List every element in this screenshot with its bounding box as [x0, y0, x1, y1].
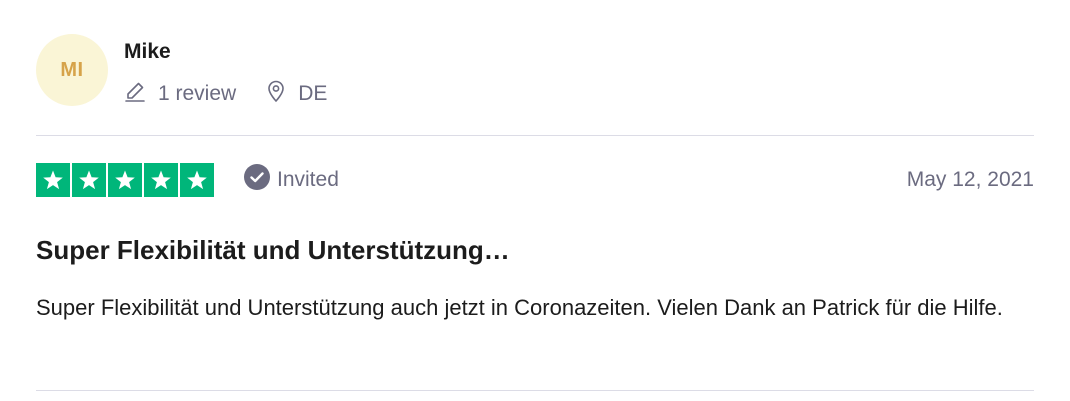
- reviewer-country: DE: [266, 79, 327, 109]
- review-count-text: 1 review: [158, 82, 237, 105]
- review-title[interactable]: Super Flexibilität und Unterstützung…: [36, 234, 510, 266]
- country-text: DE: [298, 82, 328, 105]
- pencil-icon: [124, 80, 158, 108]
- avatar-initials: MI: [60, 58, 84, 81]
- star-icon: [187, 170, 207, 190]
- star-box: [72, 163, 106, 197]
- star-box: [144, 163, 178, 197]
- star-icon: [115, 170, 135, 190]
- review-card: MI Mike 1 review DE Invited May 12, 2021…: [0, 0, 1070, 401]
- reviewer-name[interactable]: Mike: [124, 40, 327, 64]
- review-date: May 12, 2021: [906, 168, 1034, 191]
- star-icon: [43, 170, 63, 190]
- invited-badge[interactable]: Invited: [244, 164, 339, 196]
- review-body: Super Flexibilität und Unterstützung auc…: [36, 295, 1003, 320]
- reviewer-info: Mike 1 review DE: [124, 40, 327, 109]
- reviewer-header: MI Mike 1 review DE: [36, 34, 327, 109]
- review-count: 1 review: [124, 80, 236, 108]
- star-icon: [79, 170, 99, 190]
- rating-row: Invited May 12, 2021: [36, 163, 1034, 197]
- reviewer-meta: 1 review DE: [124, 79, 327, 109]
- star-rating: [36, 163, 214, 197]
- divider-top: [36, 135, 1034, 136]
- check-circle-icon: [244, 164, 277, 196]
- location-pin-icon: [266, 79, 298, 109]
- avatar[interactable]: MI: [36, 34, 108, 106]
- invited-label: Invited: [277, 168, 339, 191]
- divider-bottom: [36, 390, 1034, 391]
- star-box: [108, 163, 142, 197]
- star-box: [180, 163, 214, 197]
- star-icon: [151, 170, 171, 190]
- star-box: [36, 163, 70, 197]
